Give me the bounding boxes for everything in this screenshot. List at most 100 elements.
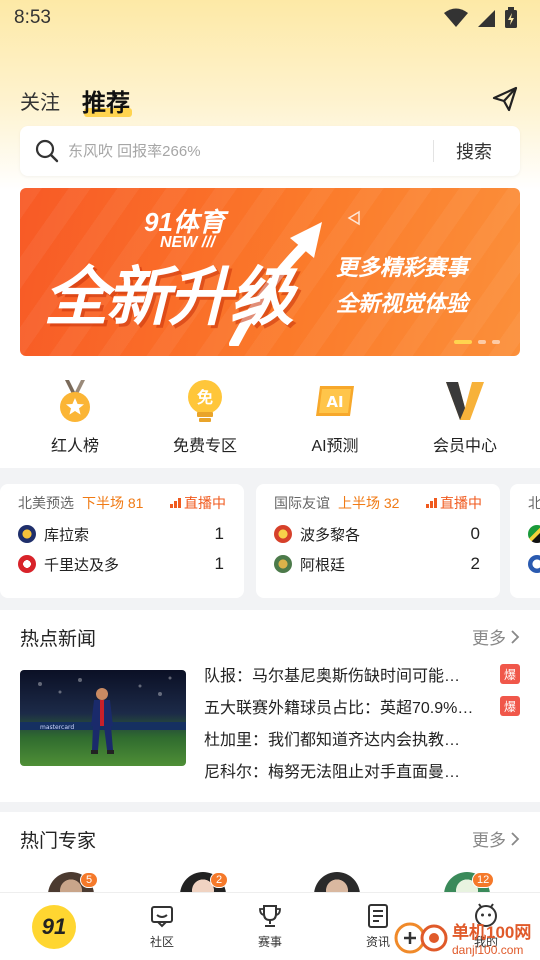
status-time: 8:53 — [14, 7, 51, 28]
live-indicator: 直播中 — [426, 493, 482, 513]
more-link[interactable]: 更多 — [472, 624, 520, 649]
quick-links: 红人榜 免 免费专区 AI AI预测 会员中心 — [0, 368, 540, 468]
chevron-right-icon — [511, 629, 520, 644]
expert-badge: 12 — [472, 872, 495, 888]
watermark-url: danji100.com — [452, 942, 524, 957]
quick-link-label: 红人榜 — [50, 438, 99, 455]
team-logo — [274, 525, 292, 543]
match-header: 北 — [528, 492, 540, 514]
match-status: 上半场 32 — [338, 495, 400, 511]
quick-link-free[interactable]: 免 免费专区 — [145, 368, 265, 468]
signal-icon — [478, 10, 495, 27]
hot-news-section: 热点新闻 更多 mastercard 队报：马尔基尼奥斯伤缺时间可能… 爆 五大… — [0, 610, 540, 802]
away-team-row: 千里达及多 1 — [18, 554, 226, 574]
match-card[interactable]: 北 — [510, 484, 540, 598]
live-label: 直播中 — [440, 495, 482, 511]
news-thumbnail[interactable]: mastercard — [20, 670, 186, 766]
play-icon — [347, 210, 360, 226]
hot-experts-section: 热门专家 更多 5 2 12 — [0, 812, 540, 892]
match-header: 北美预选 下半场 81 直播中 — [18, 492, 226, 514]
banner-subtitle-1: 更多精彩赛事 — [336, 255, 469, 280]
news-item[interactable]: 尼科尔：梅努无法阻止对手直面曼… — [204, 754, 520, 786]
ai-icon: AI — [316, 386, 354, 416]
hot-badge: 爆 — [500, 696, 520, 716]
home-team-row: 库拉索 1 — [18, 524, 226, 544]
banner-dot — [478, 340, 486, 344]
news-list: 队报：马尔基尼奥斯伤缺时间可能… 爆 五大联赛外籍球员占比：英超70.9%… 爆… — [204, 658, 520, 786]
match-card[interactable]: 国际友谊 上半场 32 直播中 波多黎各 0 阿根廷 2 — [256, 484, 500, 598]
nav-label: 赛事 — [257, 935, 282, 949]
team-name: 库拉索 — [44, 526, 90, 544]
watermark-logo — [394, 922, 448, 954]
chevron-right-icon — [511, 831, 520, 846]
team-logo — [274, 555, 292, 573]
svg-text:mastercard: mastercard — [40, 724, 74, 731]
quick-link-label: 会员中心 — [432, 438, 497, 455]
home-logo: 91 — [32, 904, 76, 949]
watermark-name: 单机100网 — [452, 922, 532, 942]
quick-link-ai[interactable]: AI AI预测 — [275, 368, 395, 468]
match-header: 国际友谊 上半场 32 直播中 — [274, 492, 482, 514]
avatar[interactable] — [314, 872, 360, 892]
nav-label: 资讯 — [365, 935, 390, 949]
live-matches: 北美预选 下半场 81 直播中 库拉索 1 千里达及多 1 国际友谊 上半场 3… — [0, 484, 540, 598]
news-item[interactable]: 队报：马尔基尼奥斯伤缺时间可能… 爆 — [204, 658, 520, 690]
live-label: 直播中 — [184, 495, 226, 511]
quick-link-label: AI预测 — [311, 438, 359, 455]
live-icon — [426, 498, 437, 508]
match-league: 北 — [528, 495, 540, 511]
more-label: 更多 — [472, 629, 506, 648]
match-status: 下半场 81 — [82, 495, 144, 511]
expert-badge: 5 — [80, 872, 98, 888]
promo-banner[interactable]: 91体育 NEW /// 全新升级 更多精彩赛事 全新视觉体验 — [20, 188, 520, 356]
news-item[interactable]: 五大联赛外籍球员占比：英超70.9%… 爆 — [204, 690, 520, 722]
banner-dot-active — [454, 340, 472, 344]
team-score: 1 — [214, 554, 224, 573]
home-team-row — [528, 524, 540, 544]
team-name: 阿根廷 — [300, 556, 346, 574]
banner-title: 全新升级 — [44, 261, 294, 333]
nav-community[interactable]: 社区 — [108, 893, 216, 960]
hot-badge: 爆 — [500, 664, 520, 684]
svg-text:免: 免 — [197, 388, 213, 407]
medal-icon — [60, 380, 90, 422]
team-score: 2 — [470, 554, 480, 573]
search-button[interactable]: 搜索 — [434, 138, 520, 164]
live-icon — [170, 498, 181, 508]
team-logo — [18, 525, 36, 543]
watermark: 单机100网 danji100.com — [390, 914, 540, 960]
more-link[interactable]: 更多 — [472, 826, 520, 851]
team-name: 千里达及多 — [44, 556, 120, 574]
team-name: 波多黎各 — [300, 526, 361, 544]
tab-recommend[interactable]: 推荐 — [82, 83, 132, 118]
team-logo — [528, 525, 540, 543]
away-team-row: 阿根廷 2 — [274, 554, 482, 574]
quick-link-ranking[interactable]: 红人榜 — [15, 368, 135, 468]
player-photo: mastercard — [20, 676, 186, 754]
match-card[interactable]: 北美预选 下半场 81 直播中 库拉索 1 千里达及多 1 — [0, 484, 244, 598]
trophy-icon — [259, 905, 281, 927]
svg-text:AI: AI — [326, 393, 343, 411]
team-logo — [18, 555, 36, 573]
search-icon — [35, 139, 59, 163]
quick-link-vip[interactable]: 会员中心 — [405, 368, 525, 468]
news-headline: 杜加里：我们都知道齐达内会执教… — [204, 732, 461, 749]
free-bulb-icon: 免 — [188, 380, 222, 422]
banner-subtitle-2: 全新视觉体验 — [336, 291, 469, 316]
nav-events[interactable]: 赛事 — [216, 893, 324, 960]
more-label: 更多 — [472, 831, 506, 850]
nav-home[interactable]: 91 — [0, 893, 108, 960]
tab-follow[interactable]: 关注 — [20, 86, 60, 115]
watermark-text: 单机100网 danji100.com — [452, 918, 531, 957]
send-icon[interactable] — [490, 84, 520, 114]
section-title: 热门专家 — [20, 831, 97, 852]
news-headline: 五大联赛外籍球员占比：英超70.9%… — [204, 700, 474, 717]
search-input[interactable] — [68, 142, 433, 160]
news-headline: 队报：马尔基尼奥斯伤缺时间可能… — [204, 668, 461, 685]
team-score: 0 — [470, 524, 480, 543]
vip-icon — [446, 382, 484, 420]
team-score: 1 — [214, 524, 224, 543]
match-league: 北美预选 — [18, 495, 74, 511]
match-league: 国际友谊 — [274, 495, 330, 511]
news-item[interactable]: 杜加里：我们都知道齐达内会执教… — [204, 722, 520, 754]
